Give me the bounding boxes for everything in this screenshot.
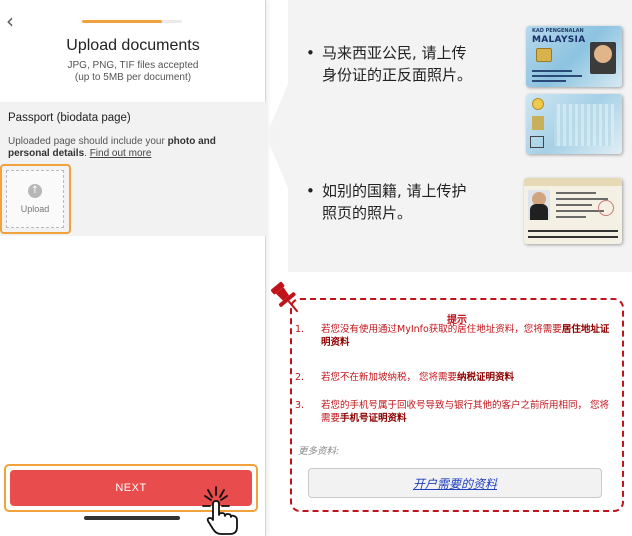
- passport-text-line: [556, 198, 608, 200]
- tip-number: 2.: [295, 372, 305, 383]
- more-info-label: 更多资料:: [298, 446, 340, 457]
- home-indicator: [84, 516, 180, 520]
- instruction-line: 马来西亚公民, 请上传: [322, 44, 467, 62]
- card-pattern: [554, 104, 614, 146]
- bullet: •: [306, 44, 315, 62]
- page-title: Upload documents: [66, 37, 200, 54]
- tips-box: 提示 1. 若您没有使用通过MyInfo获取的居住地址资料，您将需要居住地址证明…: [290, 298, 624, 512]
- tip-text-part: 若您不在新加坡纳税， 您将需要: [321, 372, 458, 383]
- card-face: [594, 45, 612, 63]
- passport-header: [524, 178, 622, 186]
- tip-number: 3.: [295, 400, 305, 411]
- document-title: Passport (biodata page): [8, 112, 131, 124]
- progress-bar: [82, 20, 182, 23]
- instruction-line: 照页的照片。: [322, 204, 413, 222]
- card-chip: [532, 116, 544, 130]
- document-description: Uploaded page should include your photo …: [8, 136, 258, 160]
- passport-stamp: [598, 200, 614, 216]
- subtitle-line: (up to 5MB per document): [74, 72, 192, 83]
- card-chip: [536, 48, 552, 62]
- progress-fill: [82, 20, 162, 23]
- malaysia-instruction: • 马来西亚公民, 请上传 身份证的正反面照片。: [306, 42, 473, 86]
- passport-mrz-line: [528, 236, 618, 238]
- card-header: KAD PENGENALAN: [532, 28, 584, 34]
- arrow-up-icon: ↑: [28, 184, 42, 198]
- bullet: •: [306, 182, 315, 200]
- passport-shirt: [530, 204, 548, 220]
- passport-image: [524, 178, 622, 244]
- mykad-back-image: [526, 94, 622, 154]
- card-text-line: [532, 75, 582, 77]
- page-subtitle: JPG, PNG, TIF files accepted (up to 5MB …: [0, 60, 266, 84]
- subtitle-line: JPG, PNG, TIF files accepted: [67, 60, 199, 71]
- tip-text: 若您没有使用通过MyInfo获取的居住地址资料，您将需要居住地址证明资料: [321, 324, 617, 349]
- passport-text-line: [556, 216, 586, 218]
- passport-mrz-line: [528, 230, 618, 232]
- mykad-front-image: KAD PENGENALAN MALAYSIA: [526, 26, 622, 87]
- tip-number: 1.: [295, 324, 305, 335]
- tip-text: 若您不在新加坡纳税， 您将需要纳税证明资料: [321, 372, 617, 385]
- passport-text-line: [556, 204, 592, 206]
- card-emblem: [532, 98, 544, 110]
- push-pin-icon: [270, 281, 299, 313]
- pointing-hand-icon: [202, 486, 238, 535]
- tip-text: 若您的手机号属于回收号导致与银行其他的客户之前所用相同， 您将需要手机号证明资料: [321, 400, 617, 425]
- foreign-instruction: • 如别的国籍, 请上传护 照页的照片。: [306, 180, 467, 224]
- instruction-line: 如别的国籍, 请上传护: [322, 182, 467, 200]
- passport-text-line: [556, 192, 596, 194]
- tip-text-part: 若您没有使用通过MyInfo获取的居住地址资料，您将需要: [321, 324, 562, 335]
- desc-text: Uploaded page should include your: [8, 136, 168, 147]
- upload-label: Upload: [20, 204, 50, 214]
- card-country: MALAYSIA: [532, 35, 586, 45]
- tip-bold: 纳税证明资料: [457, 372, 515, 383]
- upload-button[interactable]: ↑ Upload: [6, 170, 64, 228]
- passport-text-line: [556, 210, 604, 212]
- card-logo: [530, 136, 544, 148]
- instruction-line: 身份证的正反面照片。: [322, 66, 473, 84]
- phone-screen: ‹ Upload documents JPG, PNG, TIF files a…: [0, 0, 266, 536]
- required-documents-link[interactable]: 开户需要的资料: [308, 468, 602, 498]
- tip-bold: 手机号证明资料: [340, 412, 407, 424]
- card-text-line: [532, 70, 572, 72]
- card-text-line: [532, 80, 566, 82]
- find-out-more-link[interactable]: Find out more: [90, 148, 152, 159]
- chevron-left-icon[interactable]: ‹: [6, 10, 24, 32]
